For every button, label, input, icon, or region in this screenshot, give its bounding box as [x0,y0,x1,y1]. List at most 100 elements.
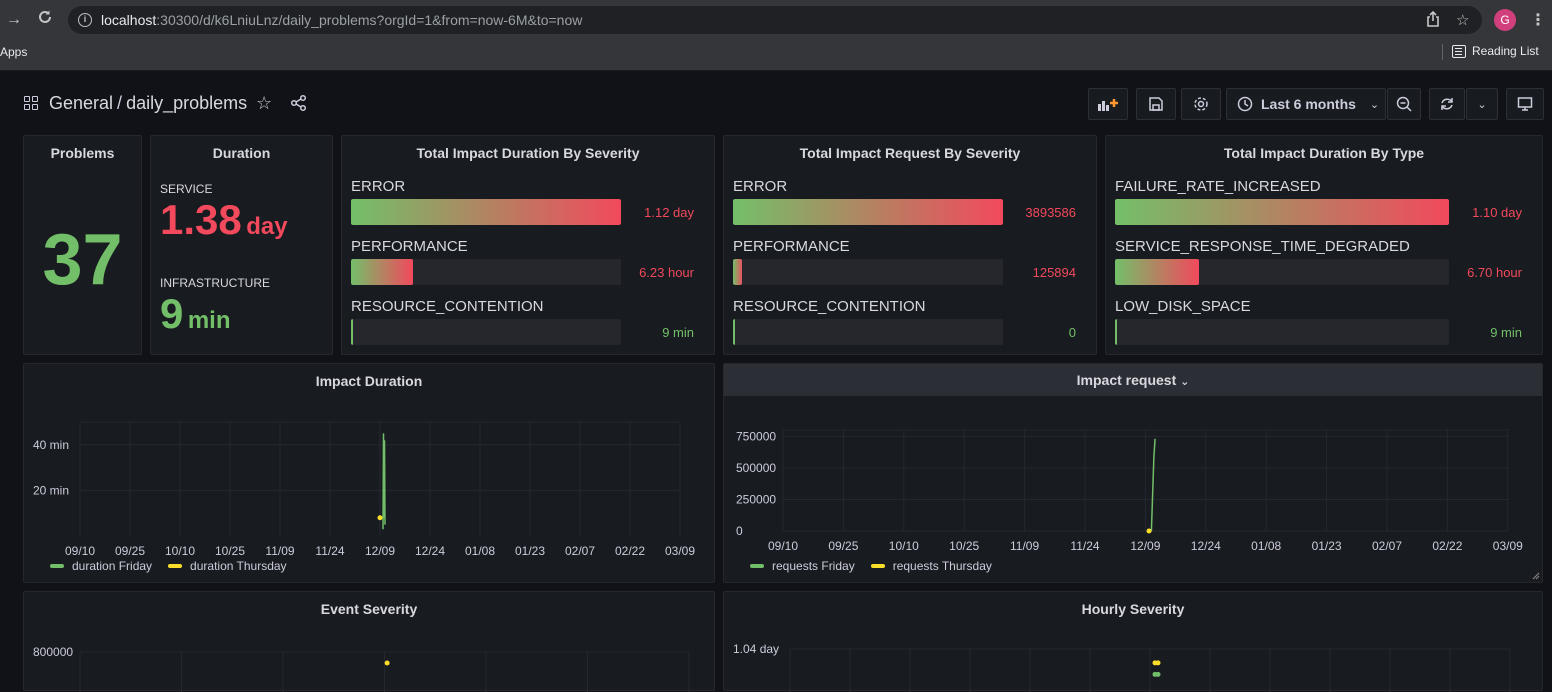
share-icon[interactable] [290,94,308,112]
series-point[interactable] [1155,671,1161,677]
breadcrumb: General / daily_problems [49,93,247,114]
bookmark-star-icon[interactable]: ☆ [1456,11,1469,29]
reading-list-button[interactable]: Reading List [1452,44,1539,58]
panel-title[interactable]: Impact Duration [24,373,714,389]
x-tick-label: 09/10 [65,544,95,558]
service-duration-value: 1.38 [160,196,242,243]
panel-title[interactable]: Problems [24,145,141,161]
series-point[interactable] [1146,528,1152,534]
legend-swatch [870,564,885,568]
dashboards-grid-icon[interactable] [24,96,39,111]
chevron-down-icon: ⌄ [1369,98,1380,111]
time-range-label: Last 6 months [1261,96,1356,112]
bookmarks-bar [0,40,1552,71]
y-tick-label: 1.04 day [733,642,779,656]
bar-fill [351,259,413,285]
bar-fill [733,199,1003,225]
impact-request-panel: Impact request ⌄ 09/10 09/25 10/10 10/25 11/… [723,363,1543,583]
browser-menu-icon[interactable]: ⋮ [1530,10,1546,30]
reload-icon[interactable] [34,9,56,31]
time-picker-button[interactable]: Last 6 months ⌄ [1226,88,1386,120]
breadcrumb-dashboard[interactable]: daily_problems [126,93,247,113]
bar-fill [733,259,742,285]
legend-item[interactable]: duration Friday [72,559,152,573]
bar-label: PERFORMANCE [733,238,850,255]
series-point[interactable] [377,515,383,521]
hourly-severity-panel: Hourly Severity 1.04 day [723,591,1544,692]
panel-title[interactable]: Total Impact Duration By Type [1106,145,1542,161]
resize-handle-icon[interactable] [1532,572,1540,580]
x-tick-label: 10/25 [215,544,245,558]
legend-swatch [168,564,183,568]
chart-grid [782,429,1509,532]
breadcrumb-folder[interactable]: General [49,93,113,113]
bar-fill [351,319,353,345]
refresh-button[interactable] [1429,88,1465,120]
url-path: :30300/d/k6LniuLnz/daily_problems?orgId=… [156,12,583,28]
impact-request-chart[interactable]: 09/10 09/25 10/10 10/25 11/09 11/24 12/09 12/24… [724,396,1544,582]
x-tick-label: 12/09 [1130,539,1160,553]
gear-icon [1194,97,1208,111]
dashboard-settings-button[interactable] [1181,88,1221,120]
bar-label: LOW_DISK_SPACE [1115,298,1251,315]
share-page-icon[interactable] [1426,10,1440,31]
url-text[interactable]: localhost:30300/d/k6LniuLnz/daily_proble… [101,12,582,28]
bar-value: 1.12 day [644,205,694,220]
favorite-star-icon[interactable]: ☆ [256,93,272,114]
save-dashboard-button[interactable] [1136,88,1176,120]
service-duration: 1.38 day [160,196,288,244]
bookmark-apps[interactable]: Apps [0,45,27,59]
legend-item[interactable]: requests Thursday [893,559,992,573]
hourly-severity-chart[interactable]: 1.04 day [724,622,1544,692]
x-tick-label: 12/09 [365,544,395,558]
bargauge-panel-duration-severity: Total Impact Duration By Severity ERROR 1… [341,135,715,355]
panel-title[interactable]: Duration [151,145,332,161]
panel-title[interactable]: Total Impact Request By Severity [724,145,1096,161]
panel-menu-chevron-icon[interactable]: ⌄ [1180,376,1189,388]
infrastructure-duration-unit: min [187,307,231,334]
infrastructure-label: INFRASTRUCTURE [160,276,270,290]
panel-title[interactable]: Total Impact Duration By Severity [342,145,714,161]
bar-track [1115,259,1449,285]
bar-value: 3893586 [1025,205,1076,220]
zoom-out-button[interactable] [1387,88,1421,120]
event-severity-chart[interactable]: 800000 [24,622,716,692]
bar-value: 6.70 hour [1467,265,1522,280]
bar-fill [1115,199,1449,225]
series-point[interactable] [1155,660,1161,666]
x-tick-label: 11/09 [1010,539,1039,553]
bar-fill [1115,319,1117,345]
bar-track [1115,319,1449,345]
site-info-icon[interactable]: i [78,13,92,27]
x-tick-label: 01/08 [465,544,495,558]
panel-title[interactable]: Hourly Severity [724,601,1542,617]
zoom-out-icon [1396,96,1412,112]
url-host: localhost [101,12,157,28]
legend-item[interactable]: requests Friday [772,559,855,573]
legend-item[interactable]: duration Thursday [190,559,287,573]
legend-swatch [750,564,764,568]
address-bar[interactable]: i localhost:30300/d/k6LniuLnz/daily_prob… [68,6,1482,34]
add-panel-button[interactable] [1088,88,1128,120]
clock-icon [1237,96,1253,112]
refresh-interval-dropdown[interactable]: ⌄ [1466,88,1498,120]
x-tick-label: 09/25 [828,539,858,553]
series-line[interactable] [1150,438,1156,532]
panel-title[interactable]: Impact request ⌄ [724,364,1542,396]
x-tick-label: 01/08 [1251,539,1281,553]
monitor-icon [1517,97,1533,111]
legend-swatch [50,564,64,568]
y-tick-label: 40 min [33,438,69,452]
infrastructure-duration-value: 9 [160,290,184,337]
forward-icon[interactable]: → [3,9,25,31]
bar-value: 9 min [1490,325,1522,340]
bar-track [1115,199,1449,225]
series-line[interactable] [382,433,386,530]
problems-count: 37 [42,220,123,300]
cycle-view-mode-button[interactable] [1506,88,1544,120]
profile-avatar[interactable]: G [1494,9,1516,31]
impact-duration-chart[interactable]: 09/10 09/25 10/10 10/25 11/09 11/24 12/09 12/24… [24,394,716,584]
series-point[interactable] [384,660,390,666]
panel-title[interactable]: Event Severity [24,601,714,617]
bar-label: ERROR [733,178,788,195]
